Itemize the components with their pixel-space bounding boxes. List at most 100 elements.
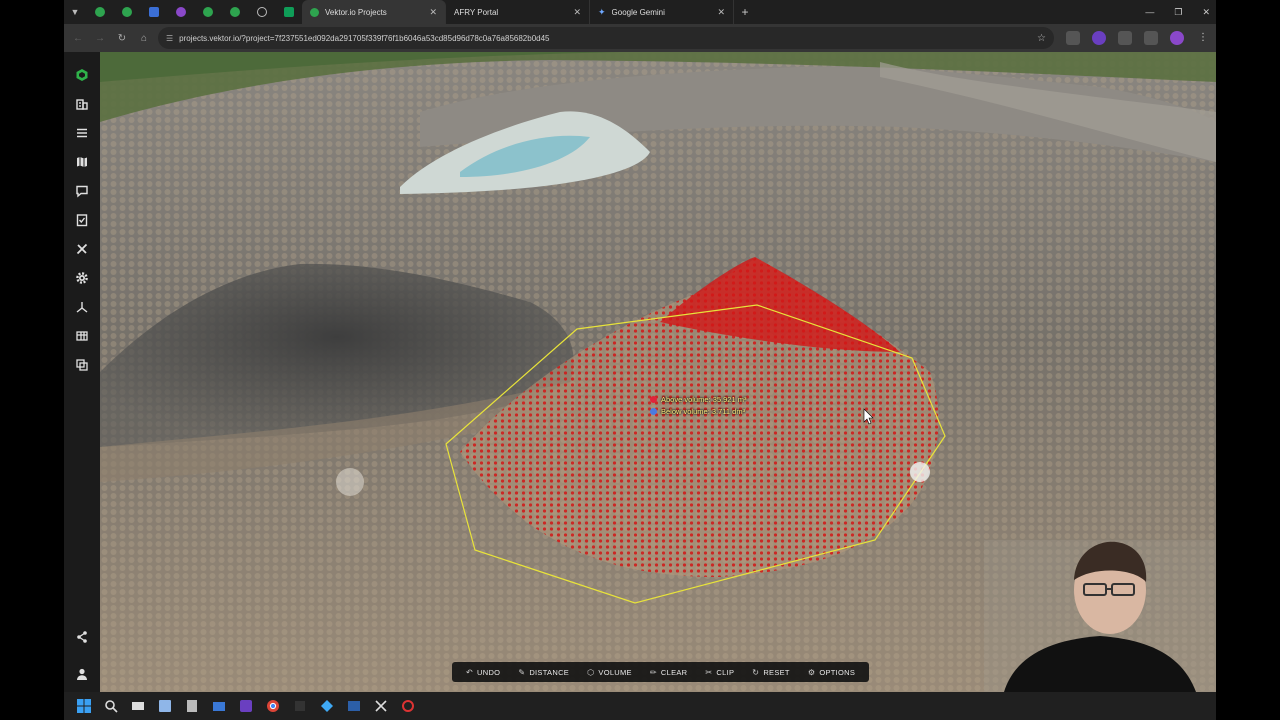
eraser-icon: ✏ [649,667,657,677]
sidepanel-icon[interactable] [1144,31,1158,45]
table-icon[interactable] [71,325,93,347]
extension-icon[interactable] [1092,31,1106,45]
pinned-tab[interactable] [167,0,194,24]
pinned-tab-favicon-icon [256,7,267,17]
close-window-icon[interactable]: ✕ [1202,7,1210,18]
tab-title: AFRY Portal [454,7,499,17]
browser-tab-strip: ▼ Vektor.io Projects ✕ AFRY Portal ✕ ✦ G… [64,0,1216,24]
calculator-icon[interactable] [182,697,201,716]
close-icon[interactable]: ✕ [573,7,581,18]
gear-icon[interactable] [71,267,93,289]
tab-vektor-projects[interactable]: Vektor.io Projects ✕ [302,0,446,24]
cube-icon: ⬡ [587,667,595,677]
undo-icon: ↶ [466,667,474,677]
comment-icon[interactable] [71,180,93,202]
tab-title: Google Gemini [611,7,665,17]
settings-app-icon[interactable] [398,697,417,716]
reset-label: RESET [763,667,790,677]
volume-button[interactable]: ⬡ VOLUME [579,662,640,682]
vektor-logo-icon[interactable] [71,64,93,86]
chrome-app-icon[interactable] [263,697,282,716]
options-button[interactable]: ⚙ OPTIONS [800,662,863,682]
bookmark-star-icon[interactable]: ☆ [1037,33,1046,44]
home-icon[interactable]: ⌂ [136,30,152,46]
tab-search-chevron-icon[interactable]: ▼ [64,0,86,24]
window-controls: — ❐ ✕ [1145,0,1210,24]
webcam-overlay [984,540,1216,692]
reset-icon: ↻ [752,667,760,677]
minimize-icon[interactable]: — [1145,7,1154,17]
tools-icon[interactable] [71,238,93,260]
share-icon[interactable] [71,626,93,648]
sliders-icon: ⚙ [807,667,816,677]
close-icon[interactable]: ✕ [429,7,437,18]
measurement-toolbar: ↶ UNDO ✎ DISTANCE ⬡ VOLUME ✏ CLEAR ✂ CLIP ↻ RE… [452,662,870,682]
windows-taskbar [64,692,1216,720]
photos-app-icon[interactable] [317,697,336,716]
above-volume-label: Above volume: 35.921 m³ [650,395,746,404]
distance-button[interactable]: ✎ DISTANCE [510,662,577,682]
teams-app-icon[interactable] [236,697,255,716]
pinned-tab[interactable] [140,0,167,24]
scissors-icon: ✂ [705,667,713,677]
pinned-tab-favicon-icon [283,7,294,17]
tab-google-gemini[interactable]: ✦ Google Gemini ✕ [590,0,734,24]
close-icon[interactable]: ✕ [717,7,725,18]
restore-icon[interactable]: ❐ [1174,7,1182,18]
pinned-tab[interactable] [275,0,302,24]
vektor-favicon-icon [310,7,319,17]
pinned-tab[interactable] [86,0,113,24]
map-icon[interactable] [71,151,93,173]
below-volume-label: Below volume: 3.711 dm³ [650,407,745,416]
url-text: projects.vektor.io/?project=7f237551ed09… [179,33,550,43]
point-cloud-viewport[interactable]: Above volume: 35.921 m³ Below volume: 3.… [100,52,1216,692]
reload-icon[interactable]: ↻ [114,30,130,46]
pinned-tab[interactable] [221,0,248,24]
options-label: OPTIONS [819,667,856,677]
tab-afry-portal[interactable]: AFRY Portal ✕ [446,0,590,24]
search-icon[interactable] [101,697,120,716]
pinned-tab[interactable] [113,0,140,24]
pinned-tab[interactable] [194,0,221,24]
new-tab-button[interactable]: + [734,5,756,19]
extensions-puzzle-icon[interactable] [1118,31,1132,45]
list-icon[interactable] [71,122,93,144]
clip-label: CLIP [716,667,735,677]
gemini-favicon-icon: ✦ [598,6,606,17]
buildings-icon[interactable] [71,93,93,115]
axis-icon[interactable] [71,296,93,318]
task-view-icon[interactable] [128,697,147,716]
save-app-icon[interactable] [155,697,174,716]
snipping-app-icon[interactable] [371,697,390,716]
pinned-tab-favicon-icon [94,7,105,17]
user-icon[interactable] [71,663,93,685]
terminal-app-icon[interactable] [344,697,363,716]
tab-title: Vektor.io Projects [325,7,387,17]
undo-button[interactable]: ↶ UNDO [458,662,508,682]
pinned-tab-favicon-icon [175,7,186,17]
back-icon[interactable]: ← [70,30,86,46]
ruler-icon: ✎ [518,667,526,677]
windows-start-icon[interactable] [74,697,93,716]
pinned-tab-favicon-icon [229,7,240,17]
volume-label: VOLUME [598,667,632,677]
pinned-tab-favicon-icon [202,7,213,17]
browser-menu-icon[interactable]: ⋮ [1196,31,1210,45]
extension-icon[interactable] [1066,31,1080,45]
pinned-tab[interactable] [248,0,275,24]
above-volume-text: Above volume: 35.921 m³ [661,395,747,404]
checklist-icon[interactable] [71,209,93,231]
forward-icon[interactable]: → [92,30,108,46]
pinned-tab-favicon-icon [121,7,132,17]
clear-button[interactable]: ✏ CLEAR [642,662,696,682]
app-icon[interactable] [290,697,309,716]
clip-button[interactable]: ✂ CLIP [697,662,742,682]
above-volume-marker-icon [650,396,657,403]
distance-label: DISTANCE [529,667,570,677]
site-info-icon[interactable]: ☰ [166,34,173,43]
explorer-app-icon[interactable] [209,697,228,716]
profile-avatar-icon[interactable] [1170,31,1184,45]
layers-icon[interactable] [71,354,93,376]
reset-button[interactable]: ↻ RESET [744,662,798,682]
address-bar[interactable]: ☰ projects.vektor.io/?project=7f237551ed… [158,27,1054,49]
